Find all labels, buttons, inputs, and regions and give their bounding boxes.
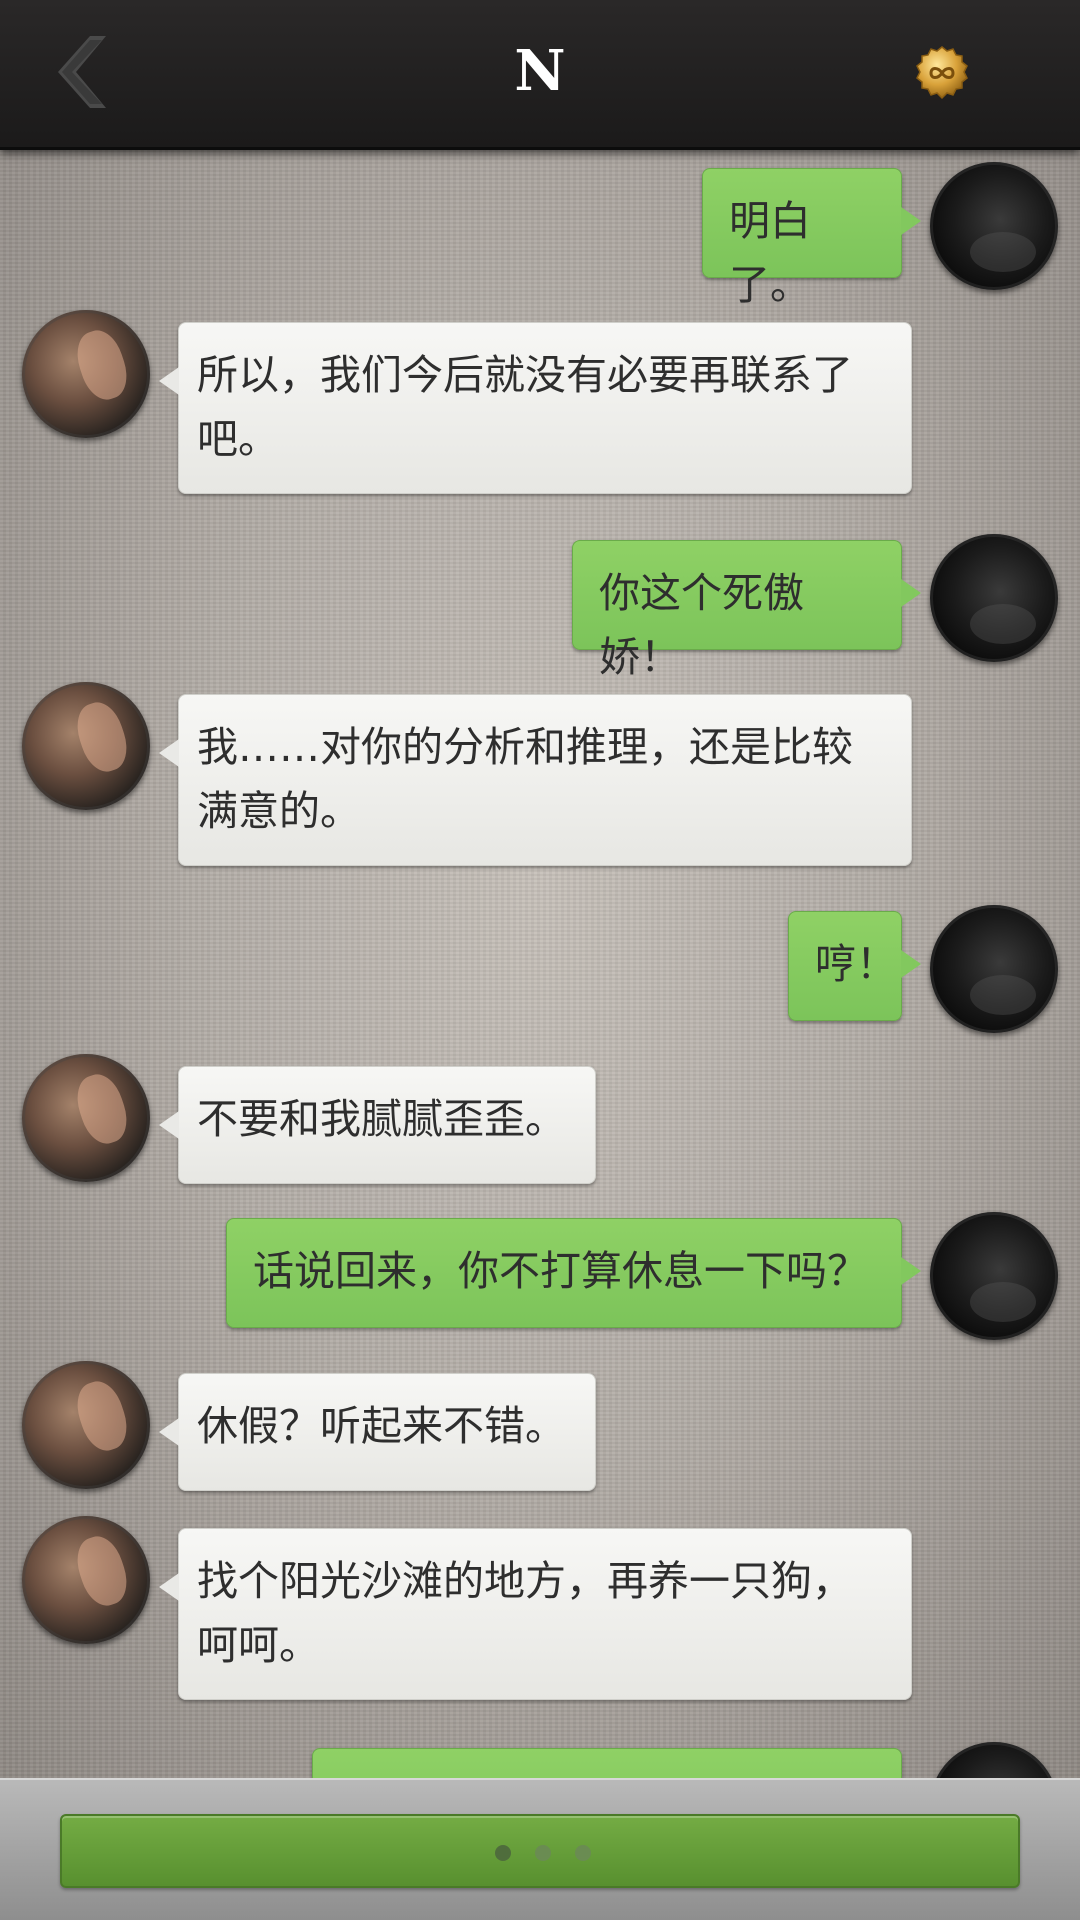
message-bubble-contact: 所以，我们今后就没有必要再联系了吧。 bbox=[159, 322, 912, 494]
message-row bbox=[0, 1740, 1080, 1778]
gold-coin-infinity-icon bbox=[916, 46, 968, 100]
footer-bar bbox=[0, 1778, 1080, 1920]
message-bubble-self: 哼！ bbox=[788, 911, 921, 1021]
chat-area[interactable]: 明白了。 所以，我们今后就没有必要再联系了吧。 你这个死傲娇！ 我……对你的分析… bbox=[0, 150, 1080, 1778]
message-row: 哼！ bbox=[0, 903, 1080, 1033]
avatar-self[interactable] bbox=[930, 162, 1058, 290]
avatar-contact[interactable] bbox=[22, 1054, 150, 1182]
dot-indicator bbox=[495, 1845, 511, 1861]
message-bubble-self: 明白了。 bbox=[702, 168, 921, 309]
avatar-contact[interactable] bbox=[22, 1516, 150, 1644]
message-bubble-self bbox=[312, 1748, 902, 1778]
coin-button[interactable] bbox=[914, 45, 970, 101]
message-bubble-contact: 我……对你的分析和推理，还是比较满意的。 bbox=[159, 694, 912, 866]
avatar-self[interactable] bbox=[930, 1742, 1058, 1778]
message-bubble-self: 话说回来，你不打算休息一下吗？ bbox=[226, 1218, 921, 1328]
reply-options-button[interactable] bbox=[60, 1814, 1020, 1888]
avatar-self[interactable] bbox=[930, 534, 1058, 662]
avatar-contact[interactable] bbox=[22, 1361, 150, 1489]
message-bubble-contact: 找个阳光沙滩的地方，再养一只狗，呵呵。 bbox=[159, 1528, 912, 1700]
avatar-self[interactable] bbox=[930, 905, 1058, 1033]
avatar-contact[interactable] bbox=[22, 682, 150, 810]
message-row: 话说回来，你不打算休息一下吗？ bbox=[0, 1210, 1080, 1340]
header-bar: N bbox=[0, 0, 1080, 150]
avatar-contact[interactable] bbox=[22, 310, 150, 438]
avatar-self[interactable] bbox=[930, 1212, 1058, 1340]
message-row: 你这个死傲娇！ bbox=[0, 532, 1080, 681]
message-bubble-self: 你这个死傲娇！ bbox=[572, 540, 921, 681]
message-row: 找个阳光沙滩的地方，再养一只狗，呵呵。 bbox=[0, 1516, 1080, 1700]
message-bubble-contact: 不要和我腻腻歪歪。 bbox=[159, 1066, 596, 1184]
dot-indicator bbox=[535, 1845, 551, 1861]
message-row: 所以，我们今后就没有必要再联系了吧。 bbox=[0, 310, 1080, 494]
message-row: 休假？听起来不错。 bbox=[0, 1361, 1080, 1491]
message-row: 我……对你的分析和推理，还是比较满意的。 bbox=[0, 682, 1080, 866]
message-row: 不要和我腻腻歪歪。 bbox=[0, 1054, 1080, 1184]
dot-indicator bbox=[575, 1845, 591, 1861]
message-bubble-contact: 休假？听起来不错。 bbox=[159, 1373, 596, 1491]
message-row: 明白了。 bbox=[0, 160, 1080, 309]
